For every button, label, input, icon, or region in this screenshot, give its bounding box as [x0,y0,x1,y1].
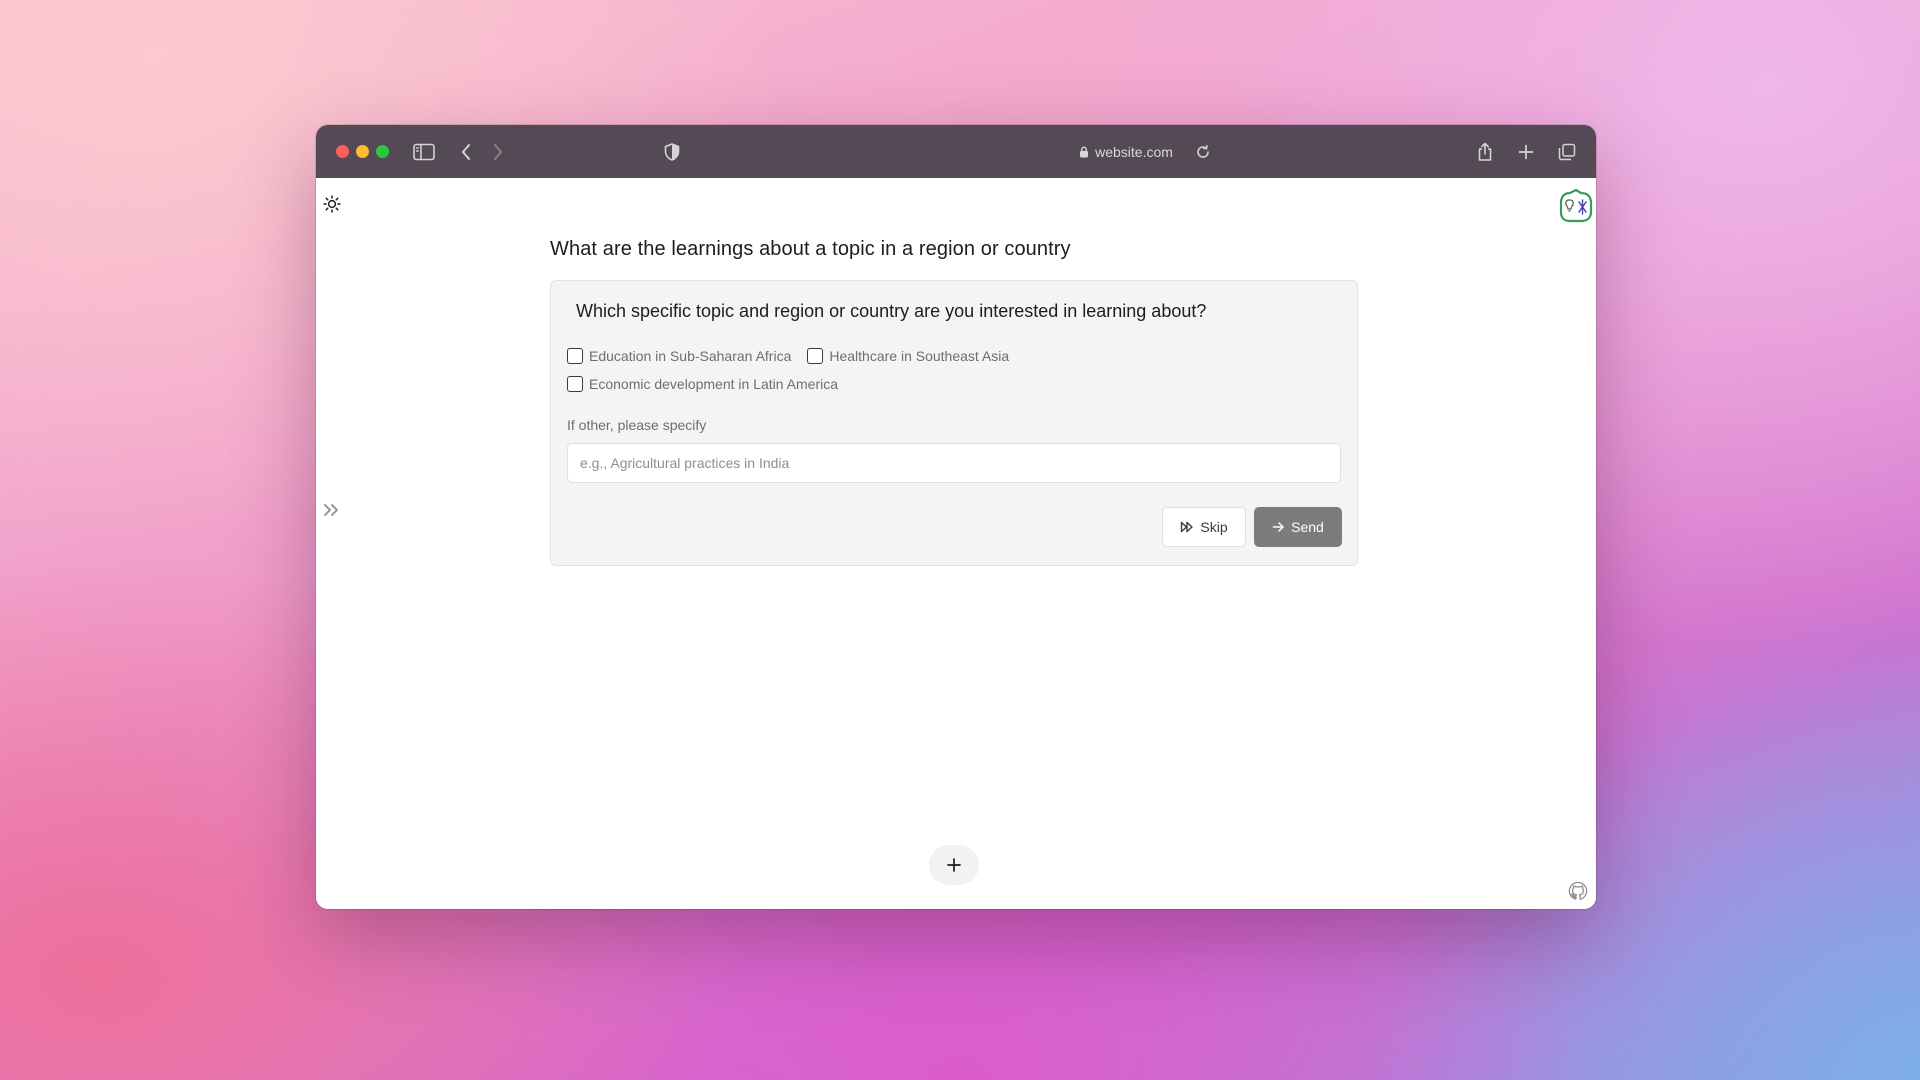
question-card: Which specific topic and region or count… [550,280,1358,566]
skip-button[interactable]: Skip [1162,507,1246,547]
options-list: Education in Sub-Saharan Africa Healthca… [567,342,1327,398]
app-logo-icon[interactable] [1558,188,1594,224]
options-row: Education in Sub-Saharan Africa Healthca… [567,342,1327,370]
other-field-label: If other, please specify [567,417,707,433]
other-specify-input[interactable] [567,443,1341,483]
sidebar-icon[interactable] [411,139,437,165]
option-healthcare-southeast-asia[interactable]: Healthcare in Southeast Asia [807,348,1009,364]
lock-icon [1080,146,1089,158]
window-minimize-button[interactable] [356,145,369,158]
chevron-left-icon[interactable] [453,139,479,165]
send-button-label: Send [1291,519,1324,535]
option-economic-development-latin-america[interactable]: Economic development in Latin America [567,376,838,392]
sun-icon[interactable] [320,192,344,216]
add-button[interactable] [929,845,979,885]
browser-window: website.com What are the learnings about… [316,125,1596,909]
double-chevron-right-icon[interactable] [320,498,344,522]
option-checkbox[interactable] [807,348,824,364]
github-icon[interactable] [1568,881,1588,901]
new-tab-plus-icon[interactable] [1513,139,1539,165]
reload-icon[interactable] [1190,139,1216,165]
url-bar[interactable]: website.com [956,139,1296,165]
send-button[interactable]: Send [1254,507,1342,547]
skip-button-label: Skip [1200,519,1228,535]
browser-titlebar: website.com [316,125,1596,178]
plus-icon [947,858,961,872]
url-text: website.com [1095,144,1173,160]
window-maximize-button[interactable] [376,145,389,158]
window-close-button[interactable] [336,145,349,158]
options-row: Economic development in Latin America [567,370,1327,398]
card-question: Which specific topic and region or count… [576,301,1207,321]
option-label: Healthcare in Southeast Asia [829,348,1010,364]
fast-forward-icon [1181,521,1194,533]
page-content: What are the learnings about a topic in … [316,178,1596,909]
tabs-icon[interactable] [1554,139,1580,165]
option-checkbox[interactable] [567,348,583,364]
chevron-right-icon[interactable] [485,139,511,165]
page-title: What are the learnings about a topic in … [550,238,1071,260]
option-label: Economic development in Latin America [589,376,839,392]
arrow-right-icon [1272,522,1284,532]
option-label: Education in Sub-Saharan Africa [589,348,792,364]
share-icon[interactable] [1472,139,1498,165]
shield-icon[interactable] [659,139,685,165]
option-checkbox[interactable] [567,376,583,392]
option-education-sub-saharan-africa[interactable]: Education in Sub-Saharan Africa [567,348,791,364]
